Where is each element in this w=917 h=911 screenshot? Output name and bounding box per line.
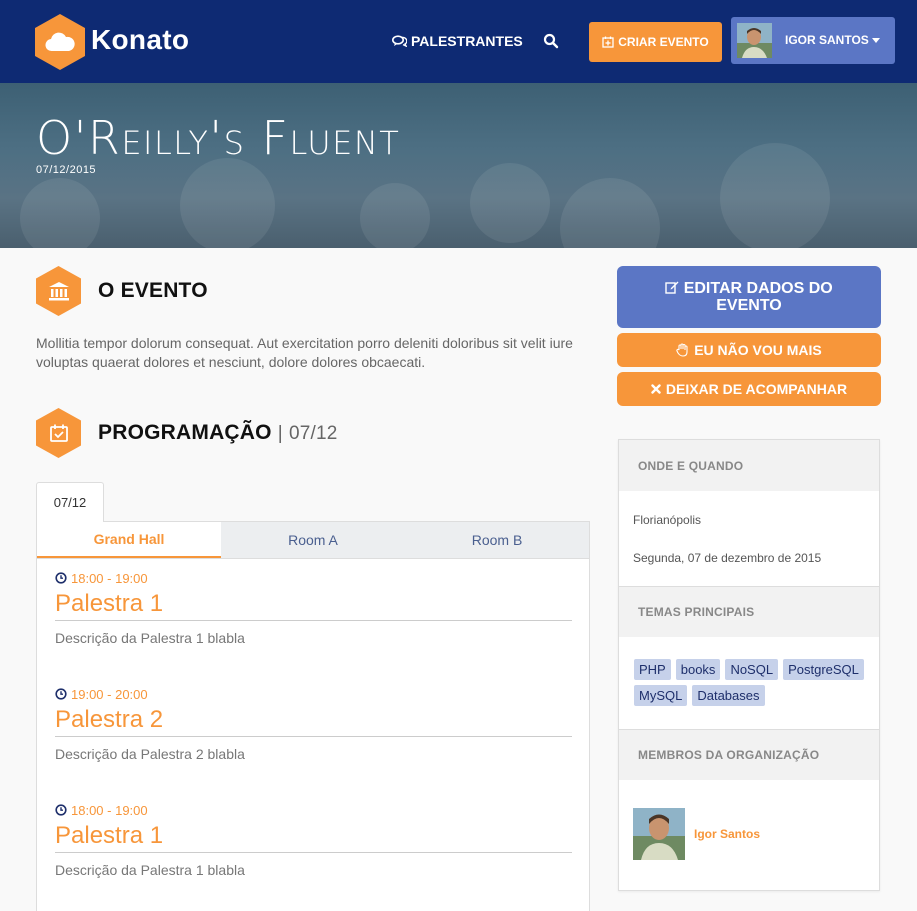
- institution-icon: [48, 282, 69, 301]
- rooms-panel: Grand Hall Room A Room B 18:00 - 19:00 P…: [36, 522, 590, 911]
- event-section-badge: [36, 266, 81, 316]
- talk-item: 18:00 - 19:00 Palestra 1 Descrição da Pa…: [55, 802, 572, 878]
- talk-time-row: 19:00 - 20:00: [55, 686, 572, 702]
- talk-title[interactable]: Palestra 1: [55, 822, 572, 853]
- hand-icon: [676, 343, 688, 357]
- event-date: 07/12/2015: [36, 164, 97, 176]
- tab-grand-hall[interactable]: Grand Hall: [37, 522, 221, 558]
- talk-time-row: 18:00 - 19:00: [55, 570, 572, 586]
- user-menu-button[interactable]: IGOR SANTOS: [731, 17, 895, 64]
- talk-title[interactable]: Palestra 1: [55, 590, 572, 621]
- logo-hexagon[interactable]: [35, 14, 85, 70]
- event-hero-banner: O'Reilly's Fluent 07/12/2015: [0, 83, 917, 248]
- talk-description: Descrição da Palestra 1 blabla: [55, 862, 245, 878]
- event-heading: O EVENTO: [98, 279, 208, 302]
- talk-item: 19:00 - 20:00 Palestra 2 Descrição da Pa…: [55, 686, 572, 762]
- topic-tag[interactable]: MySQL: [634, 685, 688, 706]
- schedule-heading: PROGRAMAÇÃO: [98, 421, 272, 444]
- bokeh-light: [20, 178, 100, 248]
- unfollow-button[interactable]: DEIXAR DE ACOMPANHAR: [617, 372, 881, 406]
- topic-tag[interactable]: PostgreSQL: [783, 659, 864, 680]
- topics-list: PHP books NoSQL PostgreSQL MySQL Databas…: [634, 659, 874, 706]
- calendar-check-icon: [49, 424, 68, 442]
- avatar[interactable]: [633, 808, 685, 860]
- tab-room-b[interactable]: Room B: [405, 522, 589, 558]
- cloud-icon: [45, 32, 75, 52]
- close-icon: [651, 384, 661, 394]
- edit-event-button[interactable]: EDITAR DADOS DO EVENTO: [617, 266, 881, 328]
- event-date-long: Segunda, 07 de dezembro de 2015: [633, 551, 822, 565]
- bokeh-light: [560, 178, 660, 248]
- chat-icon: [392, 35, 407, 47]
- chevron-down-icon: [872, 38, 880, 43]
- event-city: Florianópolis: [633, 513, 702, 527]
- clock-icon: [55, 572, 67, 584]
- avatar: [737, 23, 772, 58]
- talk-description: Descrição da Palestra 1 blabla: [55, 630, 245, 646]
- nav-speakers-label: PALESTRANTES: [411, 33, 523, 49]
- clock-icon: [55, 688, 67, 700]
- bokeh-light: [180, 158, 275, 248]
- tab-room-a[interactable]: Room A: [221, 522, 405, 558]
- unfollow-label: DEIXAR DE ACOMPANHAR: [665, 381, 848, 397]
- schedule-heading-row: PROGRAMAÇÃO | 07/12: [98, 421, 337, 445]
- nav-speakers-link[interactable]: PALESTRANTES: [392, 33, 523, 49]
- edit-icon: [665, 281, 679, 294]
- tab-day[interactable]: 07/12: [36, 482, 104, 522]
- schedule-heading-date: 07/12: [288, 423, 338, 444]
- talk-title[interactable]: Palestra 2: [55, 706, 572, 737]
- talk-time: 18:00 - 19:00: [71, 802, 148, 818]
- nav-search-button[interactable]: [543, 33, 561, 51]
- room-tabs: Grand Hall Room A Room B: [37, 522, 589, 559]
- bokeh-light: [360, 183, 430, 248]
- create-event-label: CRIAR EVENTO: [618, 35, 709, 49]
- not-going-label: EU NÃO VOU MAIS: [694, 342, 822, 358]
- brand-name[interactable]: Konato: [91, 24, 189, 56]
- talk-time: 18:00 - 19:00: [71, 570, 148, 586]
- talk-item: 18:00 - 19:00 Palestra 1 Descrição da Pa…: [55, 570, 572, 646]
- search-icon: [543, 33, 559, 49]
- event-info-box: ONDE E QUANDO Florianópolis Segunda, 07 …: [618, 439, 880, 891]
- members-heading: MEMBROS DA ORGANIZAÇÃO: [619, 729, 879, 780]
- edit-event-label-line2: EVENTO: [716, 297, 782, 314]
- schedule-section-badge: [36, 408, 81, 458]
- schedule-heading-separator: |: [277, 423, 283, 444]
- event-title: O'Reilly's Fluent: [36, 111, 401, 165]
- member-name[interactable]: Igor Santos: [694, 827, 760, 841]
- talk-time-row: 18:00 - 19:00: [55, 802, 572, 818]
- create-event-button[interactable]: CRIAR EVENTO: [589, 22, 722, 62]
- topic-tag[interactable]: Databases: [692, 685, 765, 706]
- calendar-plus-icon: [602, 36, 614, 48]
- bokeh-light: [720, 143, 830, 248]
- topic-tag[interactable]: PHP: [634, 659, 671, 680]
- clock-icon: [55, 804, 67, 816]
- event-description: Mollitia tempor dolorum consequat. Aut e…: [36, 335, 573, 370]
- not-going-button[interactable]: EU NÃO VOU MAIS: [617, 333, 881, 367]
- topics-heading: TEMAS PRINCIPAIS: [619, 586, 879, 637]
- edit-event-label-line1: EDITAR DADOS DO: [683, 280, 833, 297]
- top-navbar: Konato PALESTRANTES CRIAR EVENTO IGOR SA…: [0, 0, 917, 83]
- talk-time: 19:00 - 20:00: [71, 686, 148, 702]
- topic-tag[interactable]: books: [675, 659, 721, 680]
- where-when-heading: ONDE E QUANDO: [619, 440, 879, 491]
- topic-tag[interactable]: NoSQL: [725, 659, 779, 680]
- talk-description: Descrição da Palestra 2 blabla: [55, 746, 245, 762]
- bokeh-light: [470, 163, 550, 243]
- user-name: IGOR SANTOS: [785, 33, 869, 47]
